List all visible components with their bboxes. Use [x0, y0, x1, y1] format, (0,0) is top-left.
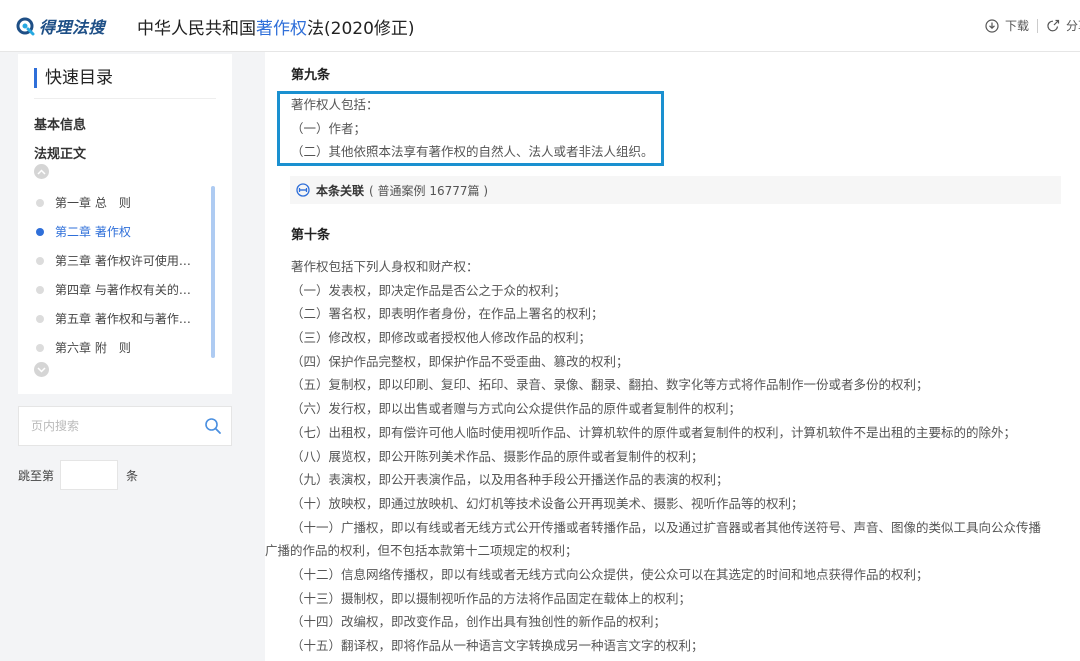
- logo-icon: [16, 16, 36, 36]
- article-line: （十）放映权，即通过放映机、幻灯机等技术设备公开再现美术、摄影、视听作品等的权利…: [291, 495, 804, 511]
- bullet-dot: [36, 256, 44, 265]
- jump-input[interactable]: [60, 460, 119, 490]
- toc-title: 快速目录: [34, 68, 113, 88]
- logo[interactable]: 得理法搜: [16, 14, 105, 38]
- article-line: （十二）信息网络传播权，即以有线或者无线方式向公众提供，使公众可以在其选定的时间…: [291, 566, 929, 582]
- bullet-dot: [36, 285, 44, 294]
- title-highlight: 著作权: [256, 19, 307, 39]
- chapter-label: 第六章 附 则: [55, 341, 131, 355]
- article-line: （十三）摄制权，即以摄制视听作品的方法将作品固定在载体上的权利；: [291, 590, 692, 606]
- bullet-dot: [36, 314, 44, 323]
- chapter-list: 第一章 总 则 第二章 著作权 第三章 著作权许可使用和转让合同 第四章 与著作…: [36, 188, 206, 362]
- chapter-item[interactable]: 第四章 与著作权有关的权利: [36, 275, 206, 304]
- share-icon: [1047, 19, 1060, 31]
- toc-divider: [34, 98, 216, 99]
- related-count: ( 普通案例 16777篇 ): [369, 183, 488, 198]
- article-line: （一）发表权，即决定作品是否公之于众的权利；: [291, 282, 567, 298]
- jump-to-article: 跳至第 条: [18, 460, 138, 490]
- search-icon[interactable]: [204, 417, 222, 439]
- article-line: （八）展览权，即公开陈列美术作品、摄影作品的原件或者复制件的权利；: [291, 448, 704, 464]
- chevron-down-icon: [37, 366, 46, 373]
- article-line: （十四）改编权，即改变作品，创作出具有独创性的新作品的权利；: [291, 614, 667, 630]
- search-input[interactable]: [19, 419, 189, 433]
- jump-suffix: 条: [126, 468, 139, 483]
- chapter-item-active[interactable]: 第二章 著作权: [36, 217, 206, 246]
- article-line: （六）发行权，即以出售或者赠与方式向公众提供作品的原件或者复制件的权利；: [291, 401, 742, 417]
- quick-toc-panel: 快速目录 基本信息 法规正文 第一章 总 则 第二章 著作权 第三章 著作权许可…: [18, 54, 232, 394]
- chapter-label: 第一章 总 则: [55, 196, 131, 210]
- share-label: 分享: [1066, 19, 1080, 33]
- chapter-label: 第四章 与著作权有关的权利: [55, 283, 200, 297]
- article-line: （十五）翻译权，即将作品从一种语言文字转换成另一种语言文字的权利；: [291, 638, 704, 653]
- bullet-dot: [36, 198, 44, 207]
- toc-basic-info[interactable]: 基本信息: [34, 114, 86, 133]
- chapter-item[interactable]: 第六章 附 则: [36, 333, 206, 362]
- download-button[interactable]: 下载: [985, 17, 1029, 34]
- page-title: 中华人民共和国著作权法(2020修正): [137, 14, 415, 39]
- link-icon: [296, 183, 310, 197]
- article-9-heading: 第九条: [291, 68, 331, 83]
- chapter-item[interactable]: 第五章 著作权和与著作权有关的权利的保护: [36, 304, 206, 333]
- law-content: 第九条 著作权人包括： （一）作者； （二）其他依照本法享有著作权的自然人、法人…: [265, 52, 1080, 661]
- chapter-item[interactable]: 第一章 总 则: [36, 188, 206, 217]
- toc-scroll-down-button[interactable]: [34, 362, 49, 377]
- chapter-label: 第五章 著作权和与著作权有关的权利的保护: [55, 312, 200, 326]
- highlight-box: [277, 91, 664, 166]
- article-line: （五）复制权，即以印刷、复印、拓印、录音、录像、翻录、翻拍、数字化等方式将作品制…: [291, 377, 929, 393]
- chapter-label: 第二章 著作权: [55, 225, 131, 239]
- toc-scroll-up-button[interactable]: [34, 164, 49, 179]
- article-line: （七）出租权，即有偿许可他人临时使用视听作品、计算机软件的原件或者复制件的权利，…: [291, 424, 1017, 440]
- in-page-search: [18, 406, 232, 446]
- article-10-heading: 第十条: [291, 228, 331, 243]
- article-line: （十一）广播权，即以有线或者无线方式公开传播或者转播作品，以及通过扩音器或者其他…: [291, 519, 1042, 535]
- header-divider: [1037, 18, 1039, 33]
- article-line: （九）表演权，即公开表演作品，以及用各种手段公开播送作品的表演的权利；: [291, 472, 729, 488]
- related-cases-bar[interactable]: 本条关联 ( 普通案例 16777篇 ): [290, 176, 1061, 204]
- header-actions: 下载 分享: [985, 17, 1080, 34]
- article-line: （三）修改权，即修改或者授权他人修改作品的权利；: [291, 330, 592, 346]
- title-prefix: 中华人民共和国: [137, 19, 256, 39]
- title-suffix: 法(2020修正): [307, 19, 415, 39]
- chevron-up-icon: [37, 168, 46, 175]
- article-line: （二）署名权，即表明作者身份，在作品上署名的权利；: [291, 306, 604, 322]
- chapter-item[interactable]: 第三章 著作权许可使用和转让合同: [36, 246, 206, 275]
- bullet-dot: [36, 343, 44, 352]
- bullet-dot: [36, 227, 44, 236]
- article-line: 著作权包括下列人身权和财产权：: [291, 259, 479, 274]
- article-line: （四）保护作品完整权，即保护作品不受歪曲、篡改的权利；: [291, 353, 629, 369]
- toc-scrollbar[interactable]: [211, 186, 215, 358]
- article-10-body: 著作权包括下列人身权和财产权： （一）发表权，即决定作品是否公之于众的权利； （…: [265, 255, 1042, 658]
- share-button[interactable]: 分享: [1046, 17, 1080, 34]
- chapter-label: 第三章 著作权许可使用和转让合同: [55, 254, 200, 268]
- top-header: 得理法搜 中华人民共和国著作权法(2020修正) 下载 分享: [0, 0, 1080, 52]
- related-label: 本条关联: [316, 183, 365, 198]
- toc-law-text[interactable]: 法规正文: [34, 143, 86, 162]
- download-icon: [985, 18, 999, 33]
- article-line: 广播的作品的权利，但不包括本款第十二项规定的权利；: [265, 543, 578, 559]
- logo-text: 得理法搜: [39, 18, 106, 37]
- jump-prefix: 跳至第: [18, 468, 55, 483]
- download-label: 下载: [1005, 19, 1030, 33]
